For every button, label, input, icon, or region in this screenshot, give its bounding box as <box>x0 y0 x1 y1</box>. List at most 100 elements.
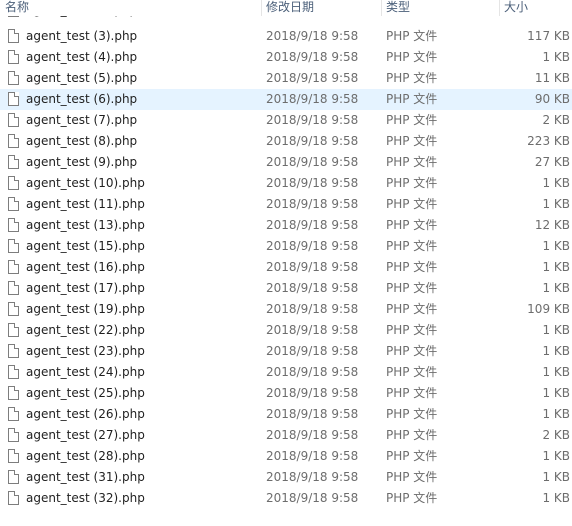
file-modified-date: 2018/9/18 9:58 <box>266 365 359 379</box>
file-size: 27 KB <box>534 155 570 169</box>
file-type: PHP 文件 <box>386 470 438 484</box>
file-name: agent_test (19).php <box>26 302 145 316</box>
file-type: PHP 文件 <box>386 260 438 274</box>
file-row[interactable]: agent_test (32).php 2018/9/18 9:58 PHP 文件 1… <box>0 488 572 509</box>
php-file-icon <box>8 134 19 148</box>
file-row[interactable]: agent_test (8).php 2018/9/18 9:58 PHP 文件 22… <box>0 131 572 152</box>
php-file-icon <box>8 407 19 421</box>
file-modified-date: 2018/9/18 9:58 <box>266 50 359 64</box>
file-size: 1 KB <box>542 260 570 274</box>
file-type: PHP 文件 <box>386 344 438 358</box>
file-list: agent_test (3).php 2018/9/18 9:58 PHP 文件 11… <box>0 26 572 509</box>
file-size: 109 KB <box>527 302 570 316</box>
file-name: agent_test (32).php <box>26 491 145 505</box>
file-modified-date: 2018/9/18 9:58 <box>266 176 359 190</box>
file-type: PHP 文件 <box>386 428 438 442</box>
file-name: agent_test (4).php <box>26 50 138 64</box>
php-file-icon <box>8 71 19 85</box>
file-modified-date: 2018/9/18 9:58 <box>266 260 359 274</box>
file-modified-date: 2018/9/18 9:58 <box>266 302 359 316</box>
file-name: agent_test (31).php <box>26 470 145 484</box>
file-name: agent_test (28).php <box>26 449 145 463</box>
file-size: 2 KB <box>542 113 570 127</box>
file-name: agent_test (8).php <box>26 134 138 148</box>
file-type: PHP 文件 <box>386 197 438 211</box>
file-name: agent_test (15).php <box>26 239 145 253</box>
file-row[interactable]: agent_test (11).php 2018/9/18 9:58 PHP 文件 1… <box>0 194 572 215</box>
php-file-icon <box>8 239 19 253</box>
php-file-icon <box>8 386 19 400</box>
file-row[interactable]: agent_test (9).php 2018/9/18 9:58 PHP 文件 27… <box>0 152 572 173</box>
file-name: agent_test (7).php <box>26 113 138 127</box>
php-file-icon <box>8 218 19 232</box>
file-name: agent_test (22).php <box>26 323 145 337</box>
file-modified-date: 2018/9/18 9:58 <box>266 470 359 484</box>
file-row[interactable]: agent_test (15).php 2018/9/18 9:58 PHP 文件 1… <box>0 236 572 257</box>
file-type: PHP 文件 <box>386 323 438 337</box>
file-type: PHP 文件 <box>386 302 438 316</box>
php-file-icon <box>8 491 19 505</box>
php-file-icon <box>8 344 19 358</box>
php-file-icon <box>8 155 19 169</box>
file-type: PHP 文件 <box>386 92 438 106</box>
column-header-type[interactable]: 类型 <box>381 0 499 16</box>
file-name: agent_test (16).php <box>26 260 145 274</box>
file-row[interactable]: agent_test (10).php 2018/9/18 9:58 PHP 文件 1… <box>0 173 572 194</box>
file-row[interactable]: agent_test (26).php 2018/9/18 9:58 PHP 文件 1… <box>0 404 572 425</box>
file-row[interactable]: agent_test (27).php 2018/9/18 9:58 PHP 文件 2… <box>0 425 572 446</box>
column-header-date[interactable]: 修改日期 <box>261 0 381 16</box>
file-size: 1 KB <box>542 491 570 505</box>
file-modified-date: 2018/9/18 9:58 <box>266 113 359 127</box>
file-row[interactable]: agent_test (16).php 2018/9/18 9:58 PHP 文件 1… <box>0 257 572 278</box>
file-row[interactable]: agent_test (24).php 2018/9/18 9:58 PHP 文件 1… <box>0 362 572 383</box>
column-header-name[interactable]: 名称 <box>0 0 261 16</box>
php-file-icon <box>8 365 19 379</box>
file-row[interactable]: agent_test (17).php 2018/9/18 9:58 PHP 文件 1… <box>0 278 572 299</box>
php-file-icon <box>8 302 19 316</box>
file-type: PHP 文件 <box>386 491 438 505</box>
file-size: 1 KB <box>542 50 570 64</box>
file-name: agent_test (5).php <box>26 71 138 85</box>
file-row[interactable]: agent_test (5).php 2018/9/18 9:58 PHP 文件 11… <box>0 68 572 89</box>
php-file-icon <box>8 92 19 106</box>
file-type: PHP 文件 <box>386 176 438 190</box>
column-header-bar: 名称 修改日期 类型 大小 <box>0 0 572 16</box>
php-file-icon <box>8 281 19 295</box>
php-file-icon <box>8 113 19 127</box>
php-file-icon <box>8 50 19 64</box>
file-row[interactable]: agent_test (3).php 2018/9/18 9:58 PHP 文件 11… <box>0 26 572 47</box>
file-row[interactable]: agent_test (28).php 2018/9/18 9:58 PHP 文件 1… <box>0 446 572 467</box>
column-header-size[interactable]: 大小 <box>499 0 572 16</box>
file-row[interactable]: agent_test (23).php 2018/9/18 9:58 PHP 文件 1… <box>0 341 572 362</box>
file-row[interactable]: agent_test (31).php 2018/9/18 9:58 PHP 文件 1… <box>0 467 572 488</box>
php-file-icon <box>8 260 19 274</box>
file-name: agent_test (25).php <box>26 386 145 400</box>
file-modified-date: 2018/9/18 9:58 <box>266 92 359 106</box>
file-modified-date: 2018/9/18 9:58 <box>266 428 359 442</box>
file-type: PHP 文件 <box>386 155 438 169</box>
file-modified-date: 2018/9/18 9:58 <box>266 344 359 358</box>
file-row[interactable]: agent_test (4).php 2018/9/18 9:58 PHP 文件 1 … <box>0 47 572 68</box>
file-row[interactable]: agent_test (19).php 2018/9/18 9:58 PHP 文件 1… <box>0 299 572 320</box>
file-row[interactable]: agent_test (22).php 2018/9/18 9:58 PHP 文件 1… <box>0 320 572 341</box>
file-size: 1 KB <box>542 239 570 253</box>
file-row[interactable]: agent_test (6).php 2018/9/18 9:58 PHP 文件 90… <box>0 89 572 110</box>
file-size: 117 KB <box>527 29 570 43</box>
file-size: 1 KB <box>542 323 570 337</box>
file-type: PHP 文件 <box>386 365 438 379</box>
file-name: agent_test (6).php <box>26 92 138 106</box>
php-file-icon <box>8 323 19 337</box>
file-row[interactable]: agent_test (13).php 2018/9/18 9:58 PHP 文件 1… <box>0 215 572 236</box>
file-type: PHP 文件 <box>386 50 438 64</box>
file-type: PHP 文件 <box>386 281 438 295</box>
file-size: 1 KB <box>542 470 570 484</box>
file-row[interactable]: agent_test (25).php 2018/9/18 9:58 PHP 文件 1… <box>0 383 572 404</box>
file-size: 223 KB <box>527 134 570 148</box>
file-name: agent_test (9).php <box>26 155 138 169</box>
file-row[interactable]: agent_test (7).php 2018/9/18 9:58 PHP 文件 2 … <box>0 110 572 131</box>
php-file-icon <box>8 449 19 463</box>
file-type: PHP 文件 <box>386 134 438 148</box>
file-modified-date: 2018/9/18 9:58 <box>266 491 359 505</box>
file-type: PHP 文件 <box>386 407 438 421</box>
file-type: PHP 文件 <box>386 29 438 43</box>
